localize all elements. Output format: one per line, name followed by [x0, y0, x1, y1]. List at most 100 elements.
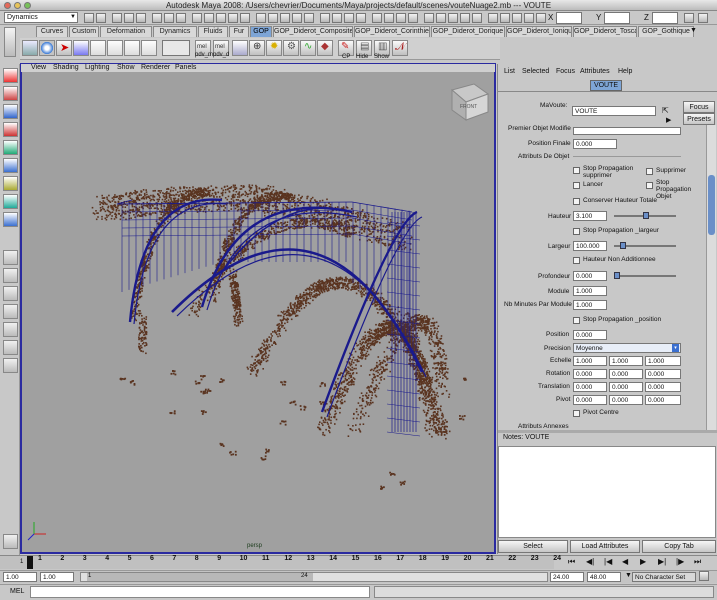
menu-set-select[interactable]: Dynamics ▼: [4, 12, 78, 23]
panel-toggle-icon[interactable]: [698, 13, 708, 23]
status-tool-icon[interactable]: [152, 13, 162, 23]
scale-tool-icon[interactable]: [3, 158, 18, 173]
light-icon[interactable]: ✹: [266, 40, 282, 56]
panel-toggle-icon[interactable]: [684, 13, 694, 23]
cylinder-icon[interactable]: [124, 40, 140, 56]
command-input[interactable]: [30, 586, 370, 598]
status-tool-icon[interactable]: [84, 13, 94, 23]
step-back-key-icon[interactable]: ◀|: [586, 557, 594, 566]
status-tool-icon[interactable]: [256, 13, 266, 23]
lasso-tool-icon[interactable]: [3, 86, 18, 101]
persp-graph-layout-icon[interactable]: [3, 304, 18, 319]
tube-icon[interactable]: [141, 40, 157, 56]
current-time-marker[interactable]: [27, 556, 33, 569]
soft-mod-icon[interactable]: [3, 194, 18, 209]
select-arrow-icon[interactable]: ➤: [56, 40, 72, 56]
status-tool-icon[interactable]: [460, 13, 470, 23]
tab-shelf-dynamics[interactable]: Dynamics: [153, 26, 197, 37]
render-layout-icon[interactable]: [3, 340, 18, 355]
tab-shelf-fluids[interactable]: Fluids: [198, 26, 228, 37]
status-tool-icon[interactable]: [512, 13, 522, 23]
curve-icon[interactable]: ∿: [300, 40, 316, 56]
status-tool-icon[interactable]: [524, 13, 534, 23]
character-set-select[interactable]: No Character Set: [632, 572, 696, 582]
shelf-options-icon[interactable]: [4, 27, 16, 57]
status-tool-icon[interactable]: [240, 13, 250, 23]
hauteur-field[interactable]: 3.100: [573, 211, 607, 221]
status-tool-icon[interactable]: [332, 13, 342, 23]
status-tool-icon[interactable]: [136, 13, 146, 23]
step-back-frame-icon[interactable]: |◀: [604, 557, 612, 566]
status-tool-icon[interactable]: [292, 13, 302, 23]
pivot-x-field[interactable]: 0.000: [573, 395, 607, 405]
status-tool-icon[interactable]: [96, 13, 106, 23]
manipulator-icon[interactable]: [3, 176, 18, 191]
shelf-scroll-icon[interactable]: ▼: [690, 27, 697, 34]
precision-select[interactable]: Moyenne ▾: [573, 343, 681, 353]
notes-splitter[interactable]: [498, 430, 717, 433]
ae-menu-help[interactable]: Help: [618, 68, 632, 75]
status-tool-icon[interactable]: [500, 13, 510, 23]
hauteur-non-additionnee-checkbox[interactable]: [573, 257, 580, 264]
stop-propagation-supprimer-checkbox[interactable]: [573, 167, 580, 174]
status-tool-icon[interactable]: [268, 13, 278, 23]
translation-z-field[interactable]: 0.000: [645, 382, 681, 392]
status-tool-icon[interactable]: [344, 13, 354, 23]
zoom-window-button[interactable]: [24, 2, 31, 9]
rotate-tool-icon[interactable]: [3, 140, 18, 155]
status-tool-icon[interactable]: [164, 13, 174, 23]
animation-end-field[interactable]: 48.00: [587, 572, 621, 582]
status-tool-icon[interactable]: [176, 13, 186, 23]
status-tool-icon[interactable]: [396, 13, 406, 23]
auto-key-icon[interactable]: [699, 571, 709, 581]
lancer-checkbox[interactable]: [573, 182, 580, 189]
profondeur-slider-handle[interactable]: [614, 272, 620, 279]
attributes-scrollbar[interactable]: [706, 125, 716, 430]
range-slider[interactable]: 1 24: [80, 572, 548, 582]
translation-y-field[interactable]: 0.000: [609, 382, 643, 392]
tab-shelf-gop_diderot_toscan[interactable]: GOP_Diderot_Toscan: [573, 26, 637, 37]
vault-wireframe[interactable]: [116, 198, 427, 437]
status-tool-icon[interactable]: [304, 13, 314, 23]
plane-icon[interactable]: [107, 40, 123, 56]
rotation-x-field[interactable]: 0.000: [573, 369, 607, 379]
translation-x-field[interactable]: 0.000: [573, 382, 607, 392]
status-tool-icon[interactable]: [448, 13, 458, 23]
status-tool-icon[interactable]: [204, 13, 214, 23]
step-forward-key-icon[interactable]: |▶: [676, 557, 684, 566]
presets-button[interactable]: Presets: [683, 113, 715, 125]
premier-objet-field[interactable]: [573, 127, 681, 135]
tab-shelf-gop_diderot_dorique[interactable]: GOP_Diderot_Dorique: [431, 26, 505, 37]
status-tool-icon[interactable]: [436, 13, 446, 23]
viewport-scene[interactable]: FRONT persp: [22, 72, 496, 554]
stop-propagation-largeur-checkbox[interactable]: [573, 228, 580, 235]
status-tool-icon[interactable]: [472, 13, 482, 23]
playback-start-field[interactable]: 1.00: [40, 572, 74, 582]
move-tool-icon[interactable]: [3, 122, 18, 137]
tab-shelf-curves[interactable]: Curves: [36, 26, 68, 37]
ae-menu-focus[interactable]: Focus: [556, 68, 575, 75]
go-to-output-icon[interactable]: ▶: [666, 116, 671, 124]
tab-shelf-gop[interactable]: GOP: [250, 26, 272, 37]
viewport-menu-shading[interactable]: Shading: [53, 64, 79, 72]
status-tool-icon[interactable]: [424, 13, 434, 23]
viewport-menu-renderer[interactable]: Renderer: [141, 64, 170, 72]
load-attributes-button[interactable]: Load Attributes: [570, 540, 640, 553]
play-forwards-icon[interactable]: ▶: [640, 557, 646, 566]
ae-menu-attributes[interactable]: Attributes: [580, 68, 610, 75]
profondeur-field[interactable]: 0.000: [573, 271, 607, 281]
module-field[interactable]: 1.000: [573, 286, 607, 296]
snap-icon[interactable]: ⊕: [249, 40, 265, 56]
echelle-z-field[interactable]: 1.000: [645, 356, 681, 366]
node-name-field[interactable]: VOUTE: [572, 106, 656, 116]
scrollbar-thumb[interactable]: [708, 175, 715, 235]
step-forward-frame-icon[interactable]: ▶|: [658, 557, 666, 566]
status-tool-icon[interactable]: [216, 13, 226, 23]
pivot-y-field[interactable]: 0.000: [609, 395, 643, 405]
empty-shelf-slot[interactable]: [162, 40, 190, 56]
play-backwards-icon[interactable]: ◀: [622, 557, 628, 566]
copy-tab-button[interactable]: Copy Tab: [642, 540, 716, 553]
position-field[interactable]: 0.000: [573, 330, 607, 340]
tab-shelf-deformation[interactable]: Deformation: [100, 26, 152, 37]
viewcube-icon[interactable]: FRONT: [450, 83, 490, 121]
